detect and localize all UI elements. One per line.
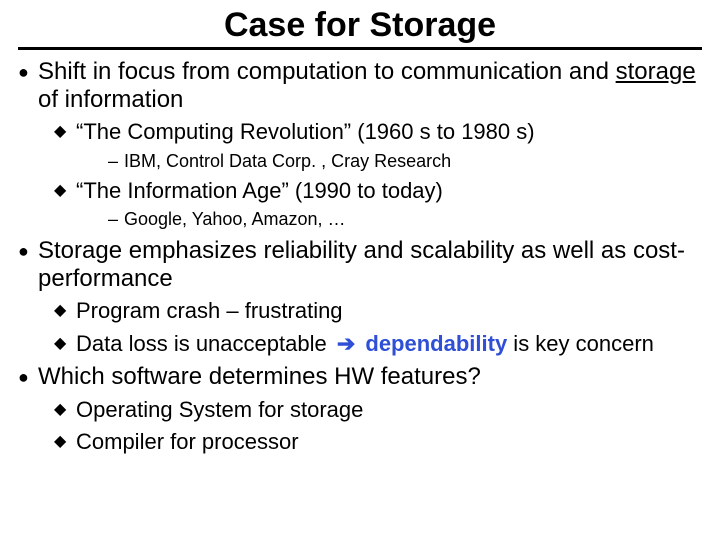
dash-bullet-icon: – (108, 208, 124, 231)
subsub-text: IBM, Control Data Corp. , Cray Research (124, 150, 702, 173)
diamond-bullet-icon (54, 429, 76, 455)
circle-bullet-icon (18, 363, 38, 391)
sub-text: Data loss is unacceptable ➔ dependabilit… (76, 331, 702, 357)
arrow-icon: ➔ (333, 331, 359, 356)
bullet-shift-focus: Shift in focus from computation to commu… (18, 58, 702, 113)
diamond-bullet-icon (54, 397, 76, 423)
dash-bullet-icon: – (108, 150, 124, 173)
diamond-bullet-icon (54, 331, 76, 357)
sub-computing-revolution: “The Computing Revolution” (1960 s to 19… (54, 119, 702, 145)
sub-data-loss: Data loss is unacceptable ➔ dependabilit… (54, 331, 702, 357)
sub-program-crash: Program crash – frustrating (54, 298, 702, 324)
bullet-text: Shift in focus from computation to commu… (38, 58, 702, 113)
sub-operating-system: Operating System for storage (54, 397, 702, 423)
subsub-ibm: – IBM, Control Data Corp. , Cray Researc… (108, 150, 702, 173)
bullet-storage-emphasizes: Storage emphasizes reliability and scala… (18, 237, 702, 292)
bullet-which-software: Which software determines HW features? (18, 363, 702, 391)
subsub-text: Google, Yahoo, Amazon, … (124, 208, 702, 231)
title-rule (18, 47, 702, 50)
slide-title: Case for Storage (18, 6, 702, 45)
sub-compiler: Compiler for processor (54, 429, 702, 455)
bullet-text: Storage emphasizes reliability and scala… (38, 237, 702, 292)
sub-information-age: “The Information Age” (1990 to today) (54, 178, 702, 204)
slide: Case for Storage Shift in focus from com… (0, 0, 720, 468)
diamond-bullet-icon (54, 119, 76, 145)
sub-text: Compiler for processor (76, 429, 702, 455)
circle-bullet-icon (18, 58, 38, 86)
diamond-bullet-icon (54, 298, 76, 324)
diamond-bullet-icon (54, 178, 76, 204)
sub-text: “The Computing Revolution” (1960 s to 19… (76, 119, 702, 145)
sub-text: Program crash – frustrating (76, 298, 702, 324)
subsub-google: – Google, Yahoo, Amazon, … (108, 208, 702, 231)
sub-text: “The Information Age” (1990 to today) (76, 178, 702, 204)
circle-bullet-icon (18, 237, 38, 265)
bullet-text: Which software determines HW features? (38, 363, 702, 391)
sub-text: Operating System for storage (76, 397, 702, 423)
